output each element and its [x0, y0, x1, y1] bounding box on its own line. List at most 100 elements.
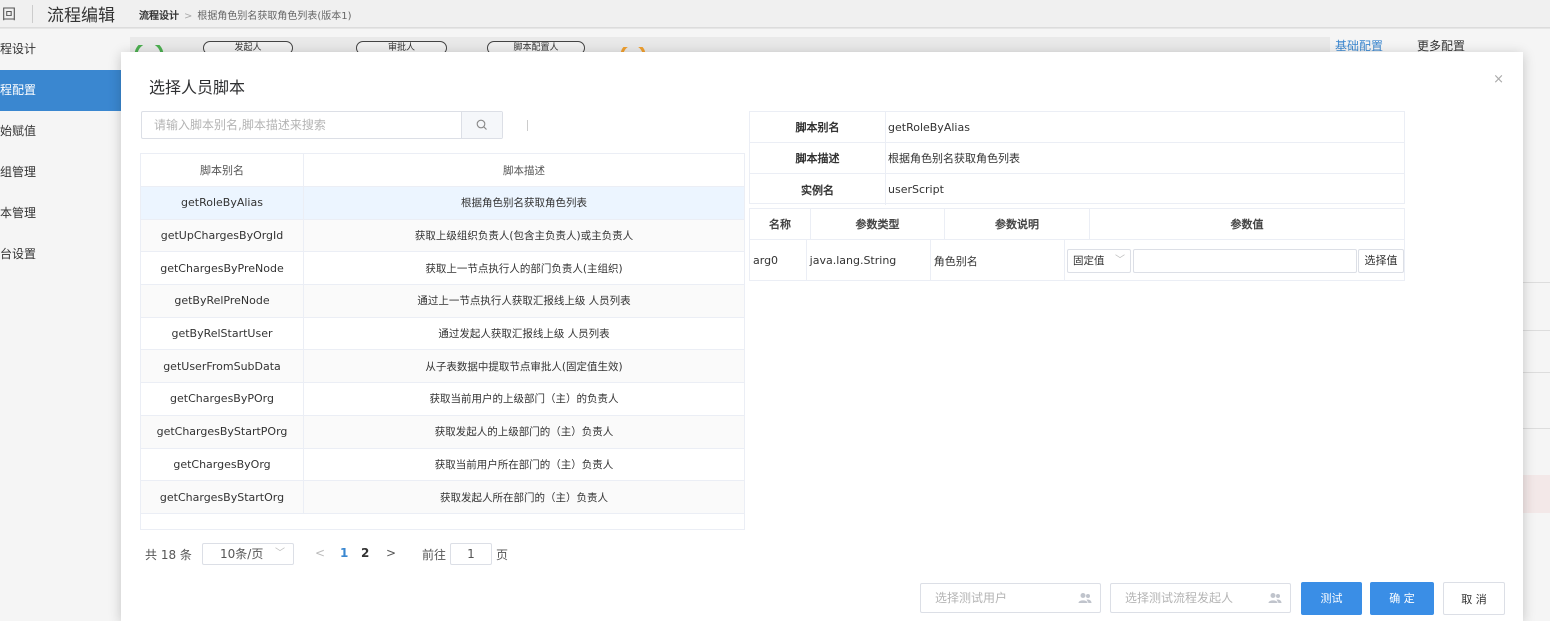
table-row: arg0 java.lang.String 角色别名 固定值 ﹀ 选择值 [750, 240, 1404, 281]
chevron-down-icon: ﹀ [1115, 254, 1125, 266]
page-size-select[interactable]: 10条/页 ﹀ [202, 543, 294, 565]
bg-divider [1522, 282, 1550, 283]
search-button[interactable] [461, 112, 502, 138]
detail-label: 脚本别名 [750, 112, 886, 142]
goto-page-input[interactable]: 1 [450, 543, 492, 565]
sidebar: 程设计 程配置 始赋值 组管理 本管理 台设置 [0, 29, 121, 621]
breadcrumb-root[interactable]: 流程设计 [139, 11, 179, 22]
test-user-placeholder: 选择测试用户 [935, 591, 1008, 605]
column-header-type: 参数类型 [811, 209, 945, 239]
cell-alias: getChargesByStartPOrg [141, 415, 304, 448]
bg-divider [1522, 428, 1550, 429]
cell-alias: getChargesByStartOrg [141, 481, 304, 513]
detail-value: 根据角色别名获取角色列表 [888, 152, 1020, 165]
test-starter-select[interactable]: 选择测试流程发起人 [1110, 583, 1291, 613]
table-row[interactable]: getChargesByOrg 获取当前用户所在部门的（主）负责人 [141, 448, 744, 482]
search-icon [476, 119, 487, 130]
tab-more-config[interactable]: 更多配置 [1417, 39, 1465, 53]
param-name: arg0 [750, 240, 807, 281]
bg-divider [1522, 330, 1550, 331]
page-2-button[interactable]: 2 [361, 546, 369, 560]
cell-desc: 从子表数据中提取节点审批人(固定值生效) [425, 360, 623, 373]
divider [527, 120, 528, 131]
cell-alias: getUserFromSubData [141, 350, 304, 383]
cell-desc: 获取发起人的上级部门的（主）负责人 [434, 426, 614, 439]
cell-alias: getChargesByPOrg [141, 383, 304, 415]
bg-divider [1522, 372, 1550, 373]
test-button[interactable]: 测试 [1301, 582, 1362, 615]
param-value-cell: 固定值 ﹀ 选择值 [1065, 240, 1404, 281]
detail-label: 实例名 [750, 174, 886, 205]
search-box [141, 111, 503, 139]
total-count: 共 18 条 [145, 548, 192, 562]
cell-alias: getRoleByAlias [141, 187, 304, 219]
table-row[interactable]: getChargesByPreNode 获取上一节点执行人的部门负责人(主组织) [141, 252, 744, 286]
sidebar-item-group[interactable]: 组管理 [0, 152, 121, 193]
sidebar-item-init[interactable]: 始赋值 [0, 111, 121, 152]
column-header-desc: 脚本描述 [503, 164, 545, 177]
table-row[interactable]: getByRelStartUser 通过发起人获取汇报线上级 人员列表 [141, 317, 744, 351]
table-row[interactable]: getUpChargesByOrgId 获取上级组织负责人(包含主负责人)或主负责… [141, 219, 744, 253]
table-header: 脚本别名 脚本描述 [141, 154, 744, 187]
prev-page-button[interactable]: < [315, 546, 325, 560]
users-icon [1268, 593, 1282, 603]
detail-value: getRoleByAlias [888, 120, 970, 134]
detail-row: 脚本描述 根据角色别名获取角色列表 [750, 143, 1404, 174]
sidebar-item-script[interactable]: 本管理 [0, 193, 121, 234]
value-mode-select[interactable]: 固定值 ﹀ [1067, 248, 1131, 273]
cell-desc: 获取上一节点执行人的部门负责人(主组织) [425, 262, 623, 275]
test-user-select[interactable]: 选择测试用户 [920, 583, 1101, 613]
goto-label: 前往 [422, 548, 447, 562]
table-row[interactable]: getByRelPreNode 通过上一节点执行人获取汇报线上级 人员列表 [141, 285, 744, 318]
param-value-input[interactable] [1133, 248, 1357, 273]
params-table: 名称 参数类型 参数说明 参数值 arg0 java.lang.String 角… [749, 208, 1405, 281]
page-size-value: 10条/页 [220, 547, 264, 561]
cell-desc: 获取上级组织负责人(包含主负责人)或主负责人 [414, 230, 634, 243]
sidebar-item-design[interactable]: 程设计 [0, 29, 121, 70]
detail-row: 实例名 userScript [750, 174, 1404, 205]
script-detail-table: 脚本别名 getRoleByAlias 脚本描述 根据角色别名获取角色列表 实例名 u… [749, 111, 1405, 205]
users-icon [1078, 593, 1092, 603]
sidebar-item-config[interactable]: 程配置 [0, 70, 121, 111]
param-desc: 角色别名 [931, 240, 1065, 281]
next-page-button[interactable]: > [386, 546, 396, 560]
search-input[interactable] [142, 112, 462, 138]
cell-alias: getByRelStartUser [141, 317, 304, 350]
select-script-dialog: 选择人员脚本 × 脚本别名 脚本描述 getRoleByAlias 根据角色别名获… [121, 52, 1523, 621]
close-icon[interactable]: × [1493, 72, 1504, 87]
detail-value: userScript [888, 183, 944, 196]
select-value-button[interactable]: 选择值 [1358, 248, 1404, 273]
page-suffix: 页 [496, 548, 509, 562]
cell-desc: 根据角色别名获取角色列表 [461, 197, 587, 210]
test-starter-placeholder: 选择测试流程发起人 [1125, 591, 1234, 605]
cell-desc: 获取当前用户的上级部门（主）的负责人 [429, 393, 619, 406]
table-row[interactable]: getChargesByStartPOrg 获取发起人的上级部门的（主）负责人 [141, 415, 744, 449]
back-button[interactable]: 回 [2, 4, 16, 24]
page-1-button[interactable]: 1 [340, 546, 348, 560]
cancel-button[interactable]: 取 消 [1443, 582, 1505, 615]
page-title: 流程编辑 [47, 6, 115, 26]
detail-row: 脚本别名 getRoleByAlias [750, 112, 1404, 143]
confirm-button[interactable]: 确 定 [1370, 582, 1434, 615]
column-header-name: 名称 [750, 209, 811, 239]
table-row[interactable]: getChargesByPOrg 获取当前用户的上级部门（主）的负责人 [141, 383, 744, 416]
cell-desc: 获取发起人所在部门的（主）负责人 [440, 491, 608, 504]
column-header-desc: 参数说明 [945, 209, 1090, 239]
cell-alias: getUpChargesByOrgId [141, 219, 304, 252]
table-row[interactable]: getUserFromSubData 从子表数据中提取节点审批人(固定值生效) [141, 350, 744, 384]
cell-desc: 通过上一节点执行人获取汇报线上级 人员列表 [417, 295, 631, 308]
breadcrumb: 流程设计 > 根据角色别名获取角色列表(版本1) [139, 7, 352, 22]
cell-alias: getChargesByOrg [141, 448, 304, 481]
param-type: java.lang.String [807, 240, 931, 281]
top-bar: 回 流程编辑 流程设计 > 根据角色别名获取角色列表(版本1) [0, 0, 1550, 28]
chevron-down-icon: ﹀ [275, 548, 285, 559]
table-row[interactable]: getChargesByStartOrg 获取发起人所在部门的（主）负责人 [141, 481, 744, 514]
cell-desc: 获取当前用户所在部门的（主）负责人 [434, 458, 614, 471]
cell-alias: getChargesByPreNode [141, 252, 304, 285]
table-row[interactable]: getRoleByAlias 根据角色别名获取角色列表 [141, 187, 744, 220]
tab-basic-config[interactable]: 基础配置 [1335, 39, 1383, 53]
detail-label: 脚本描述 [750, 143, 886, 173]
breadcrumb-separator: > [184, 11, 193, 22]
sidebar-item-platform[interactable]: 台设置 [0, 234, 121, 275]
dialog-title: 选择人员脚本 [149, 78, 246, 97]
